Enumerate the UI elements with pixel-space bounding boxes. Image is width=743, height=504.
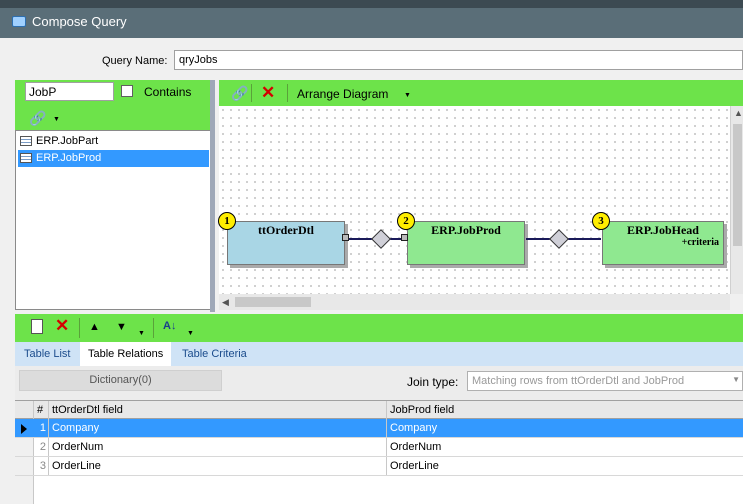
table-list-item-label: ERP.JobProd [36,152,102,164]
query-name-label: Query Name: [102,55,168,67]
relation-diamond[interactable] [371,229,391,249]
row-number: 1 [34,419,49,437]
toolbar-separator [79,318,80,338]
diagram-node-jobhead[interactable]: ERP.JobHead +criteria [602,221,724,265]
title-bar: Compose Query [0,0,743,38]
node-index-badge: 2 [397,212,415,230]
relations-grid: # ttOrderDtl field JobProd field 1 Compa… [15,400,743,504]
right-field-cell[interactable]: OrderNum [387,438,743,456]
left-field-cell[interactable]: Company [49,419,387,437]
horizontal-scroll-thumb[interactable] [235,297,311,307]
link-icon[interactable]: 🔗 [29,110,46,127]
row-number: 3 [34,457,49,475]
chevron-down-icon[interactable]: ▼ [404,92,411,99]
panel-splitter[interactable] [210,80,215,312]
diagram-node-jobprod[interactable]: ERP.JobProd [407,221,525,265]
move-down-icon[interactable]: ▼ [116,321,127,333]
table-icon [20,136,32,146]
table-search-panel: Contains 🔗 ▼ ERP.JobPart ERP.JobProd [15,80,212,310]
node-title: ERP.JobProd [431,223,501,237]
connector-port[interactable] [401,234,408,241]
node-title: ttOrderDtl [258,223,314,237]
table-list: ERP.JobPart ERP.JobProd [15,130,212,310]
delete-icon[interactable]: ✕ [55,316,69,336]
table-row[interactable]: 1 Company Company [15,419,743,438]
grid-header: # ttOrderDtl field JobProd field [15,401,743,419]
diagram-canvas[interactable]: ttOrderDtl 1 ERP.JobProd 2 ERP.JobHead +… [218,106,730,294]
left-field-cell[interactable]: OrderNum [49,438,387,456]
move-up-icon[interactable]: ▲ [89,321,100,333]
tab-table-criteria[interactable]: Table Criteria [182,348,247,360]
new-document-icon[interactable] [31,319,43,334]
column-header-right-field[interactable]: JobProd field [387,401,743,419]
link-icon[interactable]: 🔗 [231,85,248,102]
table-row[interactable]: 2 OrderNum OrderNum [15,438,743,457]
current-row-indicator-icon [21,424,27,434]
relations-toolbar: ✕ ▲ ▼ ▼ A↓ ▼ [15,314,743,342]
contains-checkbox[interactable] [121,85,133,97]
dictionary-button[interactable]: Dictionary(0) [19,370,222,391]
join-type-label: Join type: [407,375,459,389]
grid-corner [15,401,34,419]
relation-diamond[interactable] [549,229,569,249]
join-type-value: Matching rows from ttOrderDtl and JobPro… [472,375,685,387]
chevron-down-icon[interactable]: ▼ [732,375,740,384]
chevron-down-icon[interactable]: ▼ [138,330,145,337]
table-list-item[interactable]: ERP.JobProd [18,150,209,167]
relations-panel: Dictionary(0) Join type: Matching rows f… [15,366,743,400]
right-field-cell[interactable]: Company [387,419,743,437]
toolbar-separator [287,84,288,102]
node-index-badge: 3 [592,212,610,230]
left-field-cell[interactable]: OrderLine [49,457,387,475]
arrange-diagram-button[interactable]: Arrange Diagram [297,87,388,101]
vertical-scrollbar[interactable]: ▲ [730,106,743,294]
diagram-node-ttorderdtl[interactable]: ttOrderDtl [227,221,345,265]
table-icon [20,153,32,163]
connector-port[interactable] [342,234,349,241]
toolbar-separator [251,84,252,102]
scroll-up-icon[interactable]: ▲ [734,108,743,118]
table-list-item[interactable]: ERP.JobPart [18,133,209,150]
table-search-input[interactable] [25,82,114,101]
window-title: Compose Query [32,14,127,29]
chevron-down-icon[interactable]: ▼ [53,116,60,123]
contains-label: Contains [144,85,192,99]
node-index-badge: 1 [218,212,236,230]
delete-icon[interactable]: ✕ [261,83,275,103]
scroll-left-icon[interactable]: ◀ [222,297,229,308]
sort-az-icon[interactable]: A↓ [163,320,176,332]
column-header-num[interactable]: # [34,401,49,419]
table-row[interactable]: 3 OrderLine OrderLine [15,457,743,476]
node-title: ERP.JobHead [627,223,699,237]
tab-table-relations[interactable]: Table Relations [80,342,172,366]
vertical-scroll-thumb[interactable] [733,124,742,246]
tab-table-list[interactable]: Table List [24,348,70,360]
tab-bar: Table List Table Relations Table Criteri… [15,342,743,366]
query-name-input[interactable] [174,50,743,70]
diagram-toolbar: 🔗 ✕ Arrange Diagram ▼ [219,80,743,106]
toolbar-separator [153,318,154,338]
chevron-down-icon[interactable]: ▼ [187,330,194,337]
join-type-select[interactable]: Matching rows from ttOrderDtl and JobPro… [467,371,743,391]
column-header-left-field[interactable]: ttOrderDtl field [49,401,387,419]
compose-query-icon [12,16,26,27]
right-field-cell[interactable]: OrderLine [387,457,743,475]
horizontal-scrollbar[interactable]: ◀ [219,294,730,310]
table-list-item-label: ERP.JobPart [36,135,99,147]
top-strip [0,0,743,8]
row-number: 2 [34,438,49,456]
node-criteria-label: +criteria [681,237,719,248]
